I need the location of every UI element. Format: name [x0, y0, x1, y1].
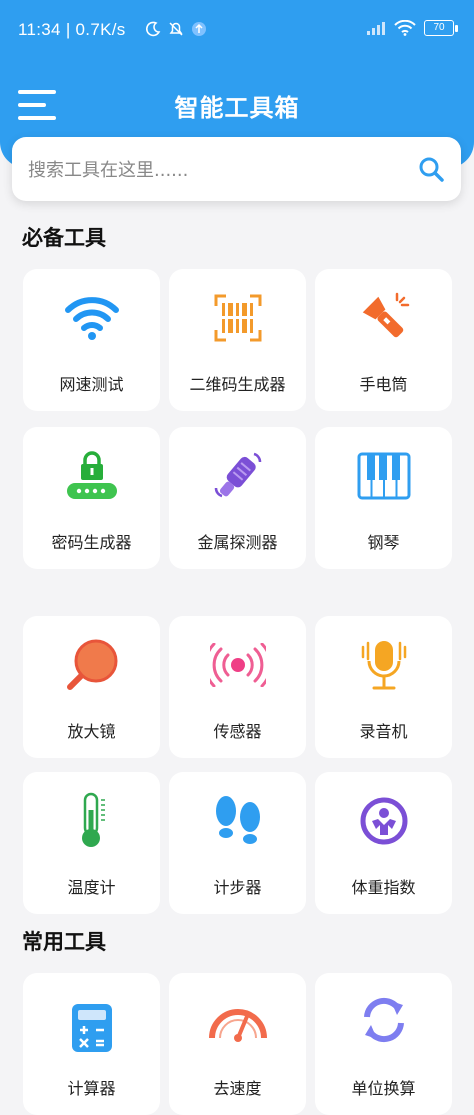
tool-label: 二维码生成器 — [189, 375, 286, 394]
tool-card-speedometer[interactable]: 去速度 — [169, 973, 306, 1115]
piano-icon — [349, 447, 419, 505]
tool-card-metal-detector[interactable]: 金属探测器 — [169, 427, 306, 569]
section-title-common: 常用工具 — [22, 930, 106, 954]
status-icons-left — [145, 20, 207, 38]
tool-label: 网速测试 — [59, 375, 124, 394]
tool-card-thermometer[interactable]: 温度计 — [23, 772, 160, 914]
microphone-icon — [349, 636, 419, 694]
section-title-essential: 必备工具 — [22, 226, 106, 250]
tool-label: 计算器 — [67, 1079, 116, 1098]
weight-scale-icon — [349, 792, 419, 850]
footsteps-icon — [203, 792, 273, 850]
tool-label: 录音机 — [359, 722, 408, 741]
tool-card-magnifier[interactable]: 放大镜 — [23, 616, 160, 758]
search-icon[interactable] — [417, 155, 445, 183]
status-icons-right: 70 — [366, 20, 458, 36]
tool-card-bmi[interactable]: 体重指数 — [315, 772, 452, 914]
magnifier-icon — [57, 636, 127, 694]
speedometer-icon — [203, 993, 273, 1051]
signal-icon — [367, 22, 385, 35]
tool-label: 温度计 — [67, 878, 116, 897]
tool-card-password-generator[interactable]: 密码生成器 — [23, 427, 160, 569]
tool-label: 传感器 — [213, 722, 262, 741]
wifi-icon — [394, 20, 416, 36]
tool-card-flashlight[interactable]: 手电筒 — [315, 269, 452, 411]
tool-label: 金属探测器 — [197, 533, 278, 552]
convert-icon — [349, 991, 419, 1049]
status-bar: 11:34 | 0.7K/s 70 — [0, 0, 474, 60]
thermometer-icon — [57, 792, 127, 850]
page-title: 智能工具箱 — [174, 94, 300, 122]
tool-card-pedometer[interactable]: 计步器 — [169, 772, 306, 914]
tool-label: 钢琴 — [367, 533, 400, 552]
battery-icon: 70 — [424, 20, 458, 36]
network-speed: | 0.7K/s — [65, 20, 126, 39]
wifi-icon — [57, 289, 127, 347]
tool-label: 放大镜 — [67, 722, 116, 741]
tool-card-recorder[interactable]: 录音机 — [315, 616, 452, 758]
search-bar[interactable] — [12, 137, 461, 201]
metal-detector-icon — [203, 447, 273, 505]
tool-label: 单位换算 — [351, 1079, 416, 1098]
barcode-icon — [203, 289, 273, 347]
flashlight-icon — [349, 289, 419, 347]
sensor-icon — [203, 636, 273, 694]
moon-icon — [146, 21, 161, 37]
upload-icon — [192, 22, 206, 36]
lock-icon — [57, 447, 127, 505]
tool-label: 去速度 — [213, 1079, 262, 1098]
tool-card-speed-test[interactable]: 网速测试 — [23, 269, 160, 411]
calculator-icon — [57, 999, 127, 1057]
search-input[interactable] — [26, 153, 390, 187]
tool-label: 体重指数 — [351, 878, 416, 897]
tool-card-unit-converter[interactable]: 单位换算 — [315, 973, 452, 1115]
tool-card-calculator[interactable]: 计算器 — [23, 973, 160, 1115]
tool-label: 手电筒 — [359, 375, 408, 394]
silent-bell-icon — [169, 22, 183, 36]
status-time: 11:34 | 0.7K/s — [18, 20, 126, 40]
tool-card-qr-generator[interactable]: 二维码生成器 — [169, 269, 306, 411]
tool-card-sensor[interactable]: 传感器 — [169, 616, 306, 758]
time-text: 11:34 — [18, 20, 61, 39]
tool-label: 密码生成器 — [51, 533, 132, 552]
tool-card-piano[interactable]: 钢琴 — [315, 427, 452, 569]
tool-label: 计步器 — [213, 878, 262, 897]
